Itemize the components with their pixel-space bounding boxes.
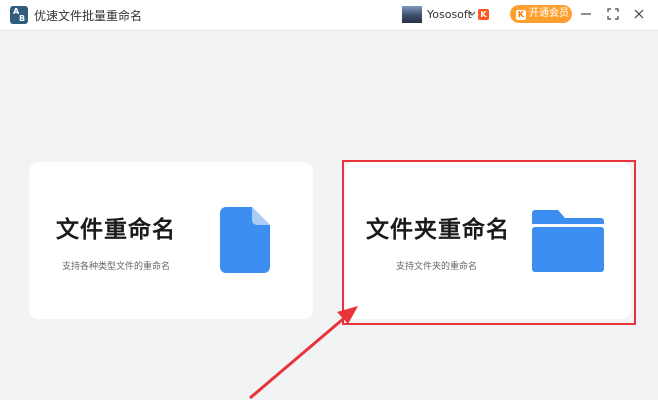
file-icon (220, 207, 270, 273)
close-icon[interactable] (632, 7, 646, 21)
app-logo: A B (10, 6, 28, 24)
vip-icon: K (516, 10, 526, 20)
maximize-icon[interactable] (606, 7, 620, 21)
username[interactable]: Yososoft (427, 8, 472, 21)
folder-rename-subtitle: 支持文件夹的重命名 (396, 262, 478, 272)
minimize-icon[interactable] (579, 7, 593, 21)
user-badge-icon: K (478, 9, 489, 20)
title-bar: A B 优速文件批量重命名 Yososoft K K 开通会员 (0, 0, 658, 31)
avatar[interactable] (402, 6, 422, 23)
chevron-down-icon[interactable] (467, 8, 477, 20)
vip-button[interactable]: K 开通会员 (510, 5, 572, 23)
app-title: 优速文件批量重命名 (34, 9, 143, 23)
folder-icon (532, 210, 604, 272)
file-rename-card[interactable]: 文件重命名 支持各种类型文件的重命名 (29, 162, 313, 319)
folder-rename-title: 文件夹重命名 (366, 217, 510, 243)
file-rename-subtitle: 支持各种类型文件的重命名 (62, 262, 171, 272)
file-rename-title: 文件重命名 (56, 217, 176, 243)
vip-button-label: 开通会员 (529, 8, 569, 19)
folder-rename-card[interactable]: 文件夹重命名 支持文件夹的重命名 (345, 162, 631, 319)
logo-letter-b: B (19, 14, 26, 23)
